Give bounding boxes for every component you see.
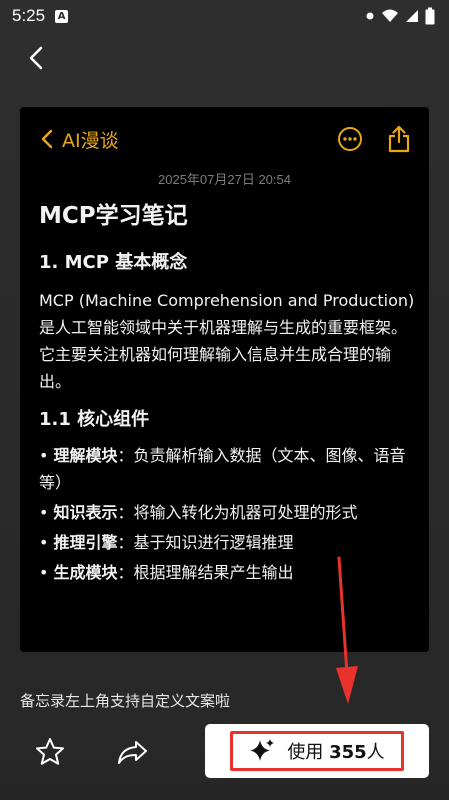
system-nav-bar (0, 782, 449, 800)
bullet-desc: ：将输入转化为机器可处理的形式 (117, 503, 358, 522)
bullet-desc: ：根据理解结果产生输出 (117, 563, 294, 582)
card-back-label: AI漫谈 (62, 129, 119, 152)
screen: 5:25 A AI漫谈 2025年07月27日 20:54 MCP学习笔记 1.… (0, 0, 449, 800)
sparkle-icon (250, 739, 275, 761)
section-heading: 1. MCP 基本概念 (39, 252, 188, 273)
signal-dot-icon (366, 12, 374, 20)
star-icon (36, 738, 64, 765)
use-button-label: 使用 355人 (287, 738, 384, 764)
caption-text: 备忘录左上角支持自定义文案啦 (20, 692, 231, 710)
card-back-button[interactable]: AI漫谈 (40, 126, 119, 153)
bullet-term: 推理引擎 (53, 533, 118, 552)
status-bar: 5:25 A (0, 0, 449, 32)
bottom-bar: 使用 355人 (0, 722, 449, 782)
use-button[interactable]: 使用 355人 (205, 724, 429, 778)
chevron-left-icon (41, 129, 53, 149)
status-time: 5:25 (12, 6, 46, 25)
forward-arrow-icon (118, 741, 147, 764)
cellular-icon (406, 10, 418, 22)
bullet-desc: ：基于知识进行逻辑推理 (117, 533, 294, 552)
card-header: AI漫谈 (20, 119, 429, 159)
share-icon[interactable] (387, 125, 411, 153)
wifi-icon (382, 9, 398, 22)
memo-preview-card: AI漫谈 2025年07月27日 20:54 MCP学习笔记 1. MCP 基本… (20, 107, 429, 652)
forward-button[interactable] (116, 736, 150, 772)
note-body: MCP学习笔记 1. MCP 基本概念 MCP (Machine Compreh… (39, 199, 419, 589)
use-count: 355 (329, 742, 367, 763)
more-icon[interactable] (337, 126, 363, 152)
annotation-arrow-icon (336, 556, 358, 704)
list-item: • 推理引擎：基于知识进行逻辑推理 (39, 533, 294, 552)
use-suffix: 人 (366, 742, 385, 763)
card-actions (337, 125, 411, 153)
list-item: • 知识表示：将输入转化为机器可处理的形式 (39, 503, 358, 522)
chevron-left-icon (29, 46, 43, 70)
battery-icon (425, 7, 435, 25)
list-item: • 理解模块：负责解析输入数据（文本、图像、语音等） (39, 446, 406, 492)
back-button[interactable] (20, 42, 52, 74)
note-date: 2025年07月27日 20:54 (158, 172, 291, 187)
note-paragraph: MCP (Machine Comprehension and Productio… (39, 291, 415, 391)
use-prefix: 使用 (287, 742, 330, 763)
use-button-highlight: 使用 355人 (230, 731, 404, 771)
bullet-term: 知识表示 (53, 503, 118, 522)
bullet-term: 理解模块 (53, 446, 118, 465)
bullet-term: 生成模块 (53, 563, 118, 582)
favorite-button[interactable] (34, 736, 66, 772)
note-title: MCP学习笔记 (39, 203, 188, 229)
subsection-heading: 1.1 核心组件 (39, 409, 150, 430)
status-icons (365, 7, 435, 25)
notification-icon: A (55, 9, 69, 23)
